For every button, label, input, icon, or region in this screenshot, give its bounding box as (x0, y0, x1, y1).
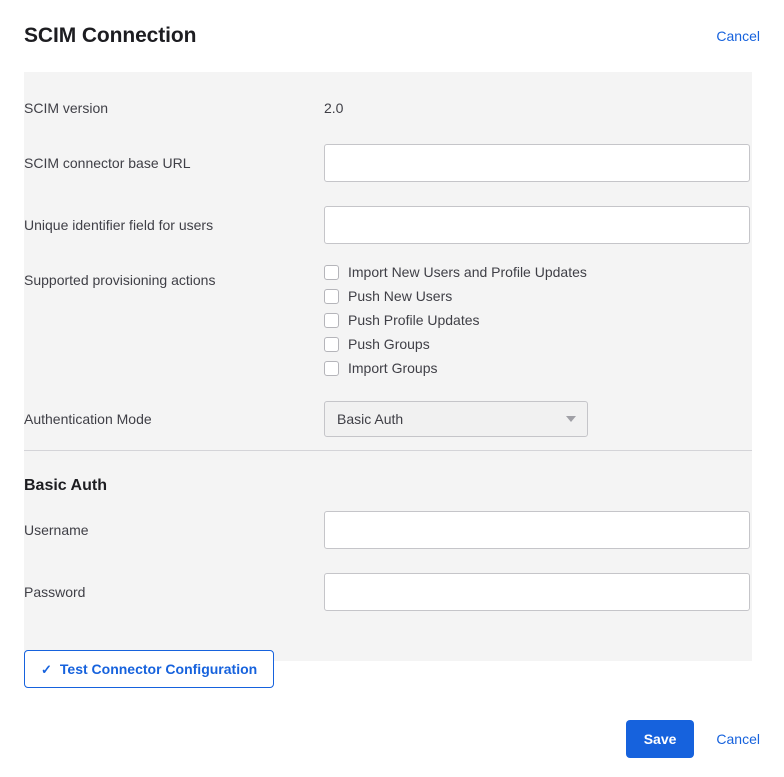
row-scim-version: SCIM version 2.0 (24, 84, 752, 132)
label-unique-identifier: Unique identifier field for users (24, 217, 214, 233)
checkbox-label: Push New Users (348, 288, 453, 304)
row-username: Username (24, 499, 752, 561)
page-footer: Save Cancel (0, 701, 784, 777)
scim-connection-page: SCIM Connection Cancel SCIM version 2.0 … (0, 0, 784, 777)
checkbox-label: Import Groups (348, 360, 438, 376)
checkbox-import-groups[interactable]: Import Groups (324, 360, 587, 376)
page-header: SCIM Connection Cancel (0, 0, 784, 72)
row-provisioning-actions: Supported provisioning actions Import Ne… (24, 256, 752, 388)
check-icon: ✓ (41, 661, 52, 677)
provisioning-checkbox-list: Import New Users and Profile Updates Pus… (324, 264, 587, 376)
header-cancel-link[interactable]: Cancel (716, 28, 760, 44)
row-password: Password (24, 561, 752, 623)
checkbox-icon[interactable] (324, 360, 339, 376)
form-panel: SCIM version 2.0 SCIM connector base URL… (24, 72, 752, 661)
checkbox-icon[interactable] (324, 288, 339, 304)
unique-identifier-input[interactable] (324, 206, 750, 244)
label-scim-version: SCIM version (24, 100, 109, 116)
checkbox-icon[interactable] (324, 336, 339, 352)
password-input[interactable] (324, 573, 750, 611)
save-button[interactable]: Save (625, 720, 695, 758)
label-authentication-mode: Authentication Mode (24, 411, 152, 427)
label-provisioning-actions: Supported provisioning actions (24, 272, 216, 288)
section-heading-basic-auth: Basic Auth (24, 477, 107, 494)
authentication-mode-select[interactable]: Basic Auth (324, 401, 588, 437)
checkbox-label: Import New Users and Profile Updates (348, 264, 587, 280)
checkbox-push-groups[interactable]: Push Groups (324, 336, 587, 352)
base-url-input[interactable] (324, 144, 750, 182)
checkbox-icon[interactable] (324, 264, 339, 280)
checkbox-label: Push Profile Updates (348, 312, 480, 328)
checkbox-push-new-users[interactable]: Push New Users (324, 288, 587, 304)
page-title: SCIM Connection (24, 24, 197, 47)
label-base-url: SCIM connector base URL (24, 155, 191, 171)
authentication-mode-select-wrap: Basic Auth (324, 401, 588, 437)
test-connector-configuration-button[interactable]: ✓ Test Connector Configuration (24, 650, 275, 688)
value-scim-version: 2.0 (324, 100, 344, 116)
checkbox-label: Push Groups (348, 336, 430, 352)
row-base-url: SCIM connector base URL (24, 132, 752, 194)
username-input[interactable] (324, 511, 750, 549)
test-connector-configuration-label: Test Connector Configuration (59, 661, 258, 677)
row-authentication-mode: Authentication Mode Basic Auth (24, 388, 752, 450)
checkbox-icon[interactable] (324, 312, 339, 328)
label-password: Password (24, 584, 86, 600)
footer-cancel-link[interactable]: Cancel (716, 731, 760, 747)
checkbox-push-profile-updates[interactable]: Push Profile Updates (324, 312, 587, 328)
row-unique-identifier: Unique identifier field for users (24, 194, 752, 256)
authentication-mode-value: Basic Auth (337, 411, 404, 427)
label-username: Username (24, 522, 89, 538)
checkbox-import-new-users-and-profile-updates[interactable]: Import New Users and Profile Updates (324, 264, 587, 280)
